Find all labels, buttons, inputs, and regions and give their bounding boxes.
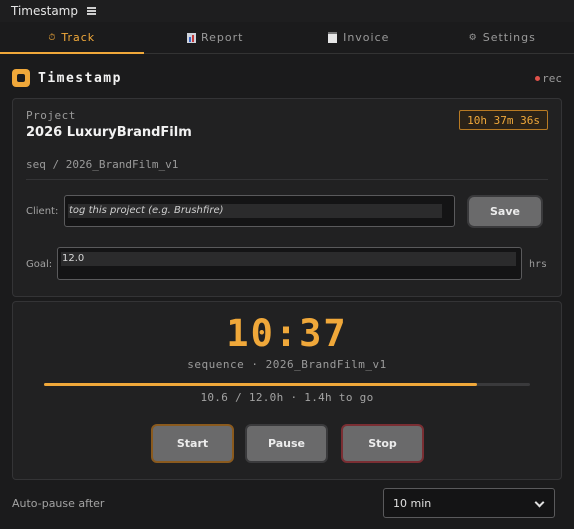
document-icon [328, 32, 338, 43]
rec-label: rec [542, 71, 562, 85]
hamburger-menu-icon[interactable] [86, 7, 96, 15]
project-label: Project [26, 109, 76, 122]
chevron-down-icon [534, 497, 545, 508]
client-input-placeholder: tog this project (e.g. Brushfire) [68, 204, 442, 218]
tab-bar: ⏱ Track Report Invoice ⚙ Settings [0, 22, 574, 54]
title-bar: Timestamp [0, 0, 574, 22]
autopause-label: Auto-pause after [12, 497, 105, 510]
elapsed-time-badge: 10h 37m 36s [459, 110, 548, 130]
goal-progress-bar [44, 383, 530, 386]
pause-button[interactable]: Pause [245, 424, 328, 463]
project-card: Project 2026 LuxuryBrandFilm 10h 37m 36s… [12, 98, 562, 297]
start-button[interactable]: Start [151, 424, 234, 463]
client-input[interactable]: tog this project (e.g. Brushfire) [64, 195, 455, 227]
goal-unit: hrs [529, 259, 548, 270]
tab-label: Track [61, 31, 96, 44]
goal-input[interactable]: 12.0 [57, 247, 522, 280]
window-title: Timestamp [11, 4, 78, 18]
tab-invoice[interactable]: Invoice [287, 22, 431, 53]
project-name: 2026 LuxuryBrandFilm [26, 125, 192, 140]
recording-dot-icon [535, 75, 541, 81]
autopause-selected-value: 10 min [393, 496, 432, 510]
tab-track[interactable]: ⏱ Track [0, 22, 144, 54]
app-title: Timestamp [38, 70, 122, 86]
goal-progress-fill [44, 383, 477, 386]
stop-button[interactable]: Stop [341, 424, 424, 463]
save-button[interactable]: Save [467, 195, 543, 228]
autopause-select[interactable]: 10 min [383, 488, 555, 518]
gear-icon: ⚙ [468, 32, 478, 43]
client-label: Client: [26, 206, 59, 217]
sequence-path: seq / 2026_BrandFilm_v1 [26, 158, 179, 171]
timer-card: 10:37 sequence · 2026_BrandFilm_v1 10.6 … [12, 301, 562, 480]
tab-report[interactable]: Report [144, 22, 288, 53]
stopwatch-icon: ⏱ [48, 32, 57, 43]
app-logo-icon [12, 69, 30, 87]
recording-indicator: rec [535, 72, 562, 85]
goal-input-value: 12.0 [61, 252, 516, 266]
tab-settings[interactable]: ⚙ Settings [431, 22, 574, 53]
tab-label: Settings [482, 31, 536, 44]
divider [26, 179, 548, 180]
progress-text: 10.6 / 12.0h · 1.4h to go [200, 391, 374, 404]
sequence-line: sequence · 2026_BrandFilm_v1 [187, 358, 387, 371]
goal-label: Goal: [26, 259, 53, 270]
bar-chart-icon [187, 32, 197, 43]
app-header: Timestamp rec [12, 68, 562, 88]
tab-label: Invoice [343, 31, 390, 44]
tab-label: Report [201, 31, 244, 44]
timer-clock: 10:37 [226, 312, 348, 355]
